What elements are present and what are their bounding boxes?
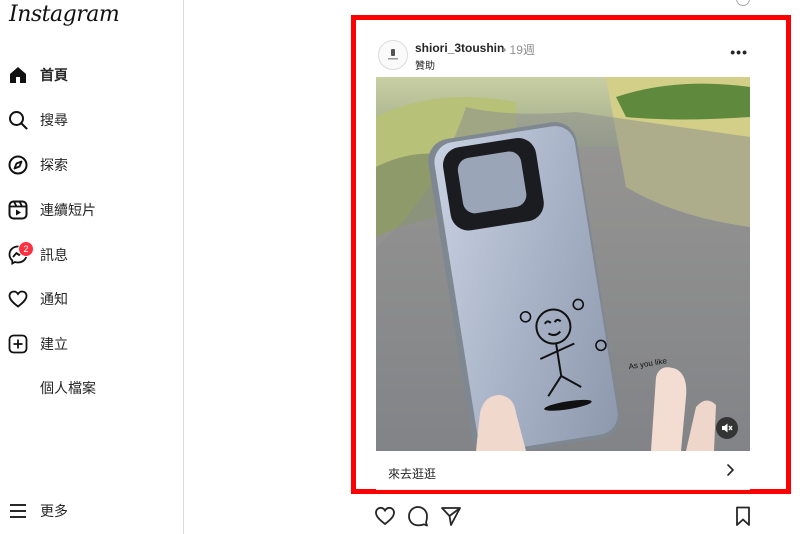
instagram-logo[interactable]: Instagram [9,2,120,27]
sponsored-label: 贊助 [415,61,435,72]
compass-icon [8,155,28,175]
sidebar-item-label: 更多 [40,503,68,519]
sidebar: Instagram 首頁 搜尋 探索 連續短片 2 訊息 通知 建立 個人檔案 … [0,0,184,534]
previous-post-icon [736,0,750,6]
post-header: shiori_3toushin • 19週 贊助 ••• [378,40,750,72]
search-icon [8,110,28,130]
post-time[interactable]: • 19週 [502,41,535,58]
sidebar-item-reels[interactable]: 連續短片 [8,195,96,225]
messenger-icon: 2 [8,241,34,265]
mute-icon[interactable] [716,417,738,439]
sidebar-item-label: 建立 [40,336,68,352]
cta-label: 來去逛逛 [388,467,437,481]
post-media[interactable]: As you like [376,77,750,451]
avatar [8,378,28,398]
sidebar-item-label: 探索 [40,157,68,173]
post-username[interactable]: shiori_3toushin [415,41,504,55]
shop-now-link[interactable]: 來去逛逛 [376,451,750,490]
sidebar-item-label: 通知 [40,291,68,307]
sidebar-item-profile[interactable]: 個人檔案 [8,373,96,403]
reels-icon [8,200,28,220]
plus-square-icon [8,334,28,354]
heart-icon [8,289,28,309]
menu-icon [8,501,28,521]
post-actions [374,505,754,529]
sidebar-item-label: 個人檔案 [40,380,96,396]
more-options-icon[interactable]: ••• [730,44,748,60]
sidebar-item-label: 連續短片 [40,202,96,218]
save-icon[interactable] [732,505,754,527]
notification-badge: 2 [18,241,34,257]
share-icon[interactable] [440,505,462,527]
sidebar-item-label: 訊息 [40,247,68,263]
sidebar-item-create[interactable]: 建立 [8,329,68,359]
sidebar-item-label: 首頁 [40,67,68,83]
sidebar-item-notifications[interactable]: 通知 [8,284,68,314]
avatar[interactable] [378,40,408,70]
like-icon[interactable] [374,505,396,527]
sidebar-item-more[interactable]: 更多 [8,496,68,526]
sidebar-item-search[interactable]: 搜尋 [8,105,68,135]
chevron-right-icon [724,463,736,482]
sidebar-item-explore[interactable]: 探索 [8,150,68,180]
sidebar-item-home[interactable]: 首頁 [8,60,68,90]
comment-icon[interactable] [407,505,429,527]
sidebar-item-label: 搜尋 [40,112,68,128]
home-icon [8,65,28,85]
sidebar-item-messages[interactable]: 2 訊息 [8,240,68,270]
